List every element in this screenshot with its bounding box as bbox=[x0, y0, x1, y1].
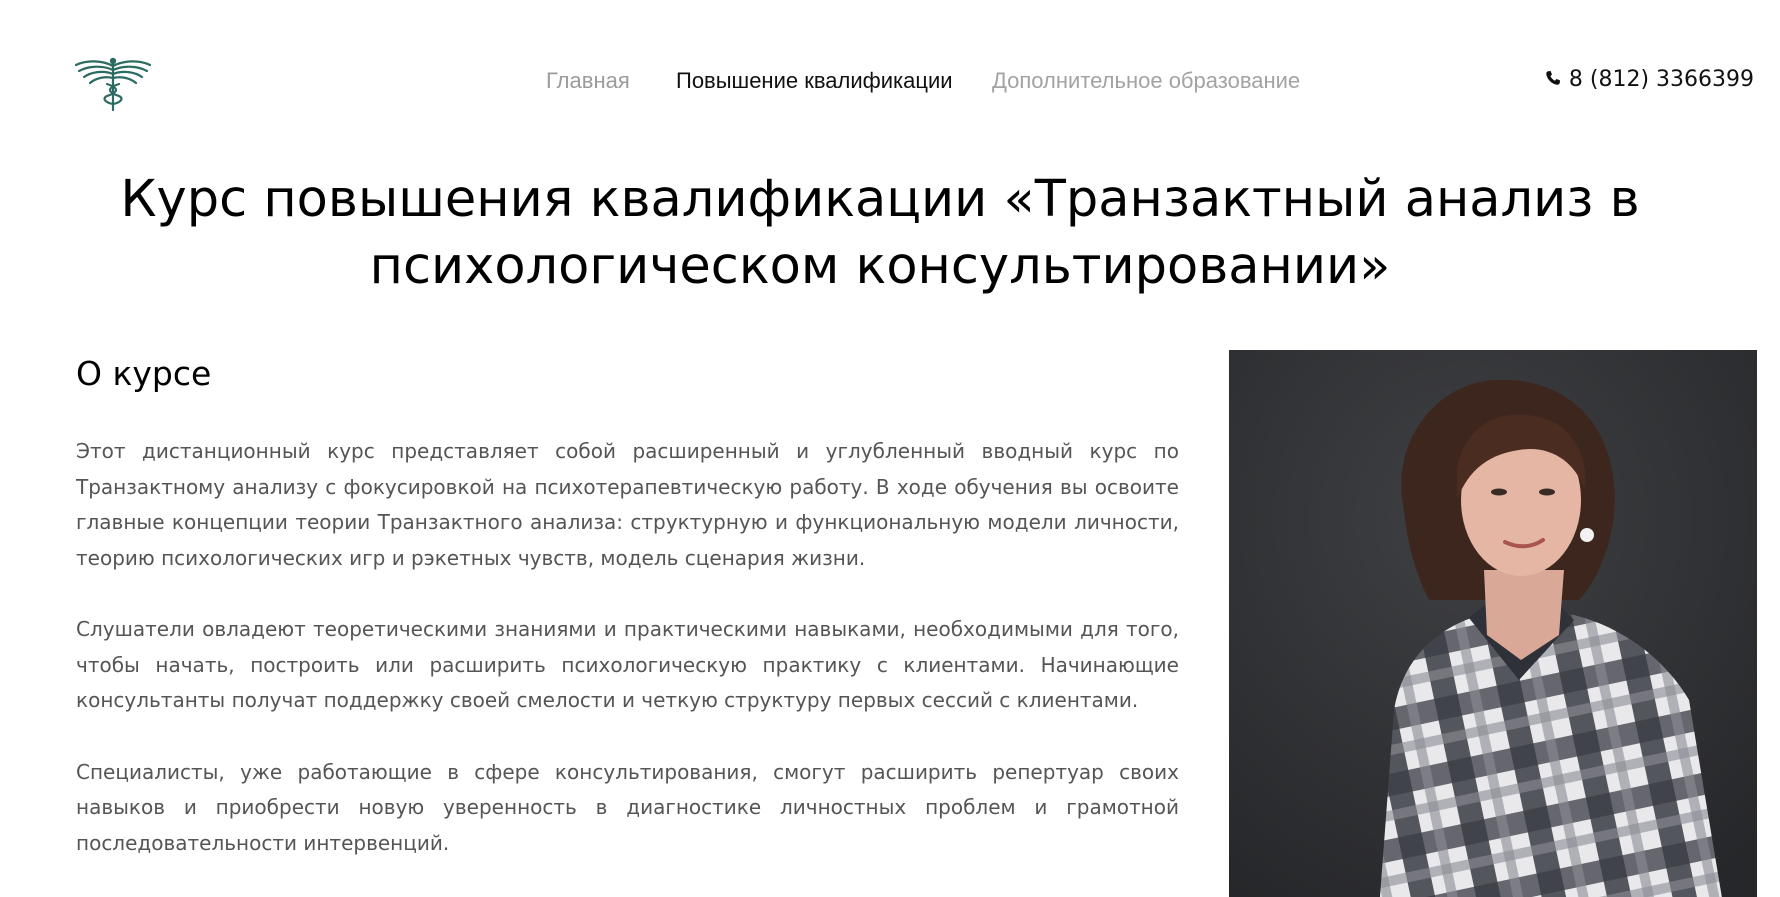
phone-icon bbox=[1545, 67, 1561, 92]
instructor-portrait-photo bbox=[1229, 350, 1757, 897]
nav-item-qualification[interactable]: Повышение квалификации bbox=[676, 66, 953, 96]
about-paragraph: Этот дистанционный курс представляет соб… bbox=[76, 439, 1179, 570]
phone-link[interactable]: 8 (812) 3366399 bbox=[1545, 64, 1754, 94]
about-heading: О курсе bbox=[76, 354, 212, 393]
about-text: Этот дистанционный курс представляет соб… bbox=[76, 434, 1179, 897]
about-paragraph: Специалисты, уже работающие в сфере конс… bbox=[76, 759, 1179, 855]
page-title: Курс повышения квалификации «Транзактный… bbox=[120, 170, 1640, 296]
phone-number: 8 (812) 3366399 bbox=[1568, 66, 1754, 92]
page: Главная Повышение квалификации Дополните… bbox=[0, 0, 1780, 897]
about-paragraph: Слушатели овладеют теоретическими знания… bbox=[76, 617, 1179, 712]
nav-item-additional-education[interactable]: Дополнительное образование bbox=[992, 66, 1300, 96]
nav-item-home[interactable]: Главная bbox=[546, 66, 630, 96]
main-nav: Главная Повышение квалификации Дополните… bbox=[0, 66, 1780, 96]
